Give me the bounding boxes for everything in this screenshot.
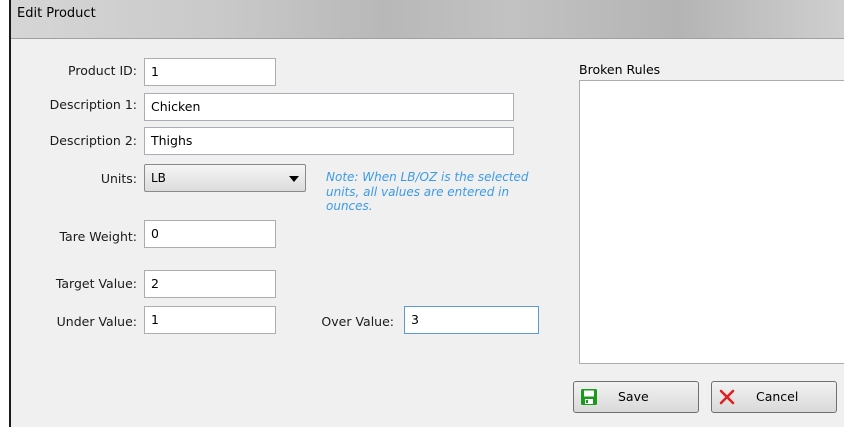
save-label: Save — [618, 389, 649, 404]
window-title: Edit Product — [17, 6, 96, 21]
units-selected-value: LB — [151, 171, 166, 185]
under-value-field[interactable]: 1 — [144, 306, 276, 334]
over-value-label: Over Value: — [321, 314, 394, 329]
product-id-label: Product ID: — [68, 63, 137, 78]
units-label: Units: — [100, 171, 137, 186]
description-1-field[interactable]: Chicken — [144, 93, 514, 121]
broken-rules-list[interactable] — [579, 80, 844, 364]
tare-weight-field[interactable]: 0 — [144, 220, 276, 248]
target-value-field[interactable]: 2 — [144, 270, 276, 298]
target-value-label: Target Value: — [55, 276, 137, 291]
broken-rules-label: Broken Rules — [579, 62, 661, 77]
cancel-label: Cancel — [756, 389, 799, 404]
edit-product-window: Edit Product Product ID: 1 Description 1… — [9, 0, 844, 427]
cancel-button[interactable]: Cancel — [711, 381, 837, 413]
product-id-field[interactable]: 1 — [144, 58, 276, 86]
units-note: Note: When LB/OZ is the selected units, … — [326, 170, 529, 213]
tare-weight-label: Tare Weight: — [59, 229, 137, 244]
title-bar[interactable]: Edit Product — [11, 0, 844, 39]
save-button[interactable]: Save — [573, 381, 699, 413]
dropdown-arrow-icon — [289, 176, 299, 182]
description-2-field[interactable]: Thighs — [144, 127, 514, 155]
units-dropdown[interactable]: LB — [144, 164, 306, 192]
cancel-icon — [719, 389, 735, 405]
over-value-field[interactable]: 3 — [404, 306, 539, 334]
save-icon — [581, 389, 597, 405]
description-1-label: Description 1: — [49, 97, 137, 112]
under-value-label: Under Value: — [56, 314, 137, 329]
description-2-label: Description 2: — [49, 133, 137, 148]
